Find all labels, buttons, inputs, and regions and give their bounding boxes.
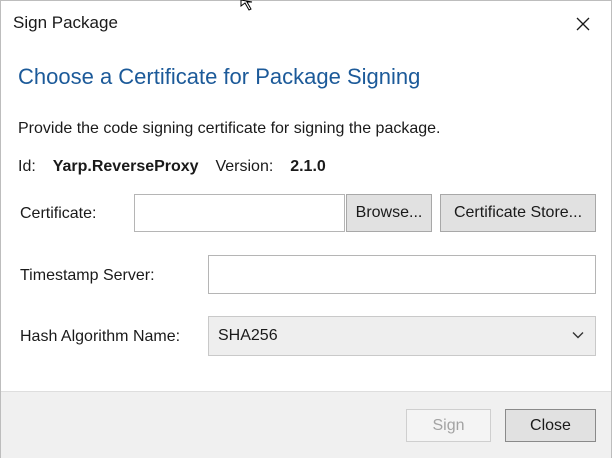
certificate-input[interactable]: [134, 194, 345, 232]
close-icon: [576, 17, 590, 31]
version-label: Version:: [215, 158, 274, 175]
certificate-store-button[interactable]: Certificate Store...: [440, 194, 596, 232]
window-close-button[interactable]: [561, 9, 605, 39]
package-info: Id: Yarp.ReverseProxy Version: 2.1.0: [18, 158, 326, 176]
package-id: Yarp.ReverseProxy: [52, 158, 199, 175]
close-button[interactable]: Close: [505, 409, 596, 442]
window-title: Sign Package: [13, 13, 118, 32]
timestamp-server-input[interactable]: [208, 255, 596, 294]
hash-algorithm-select[interactable]: SHA256: [208, 316, 596, 356]
title-bar: Sign Package: [1, 1, 611, 45]
dialog-description: Provide the code signing certificate for…: [18, 120, 441, 137]
hash-algorithm-value: SHA256: [218, 327, 278, 344]
dialog-footer: Sign Close: [1, 391, 611, 458]
sign-button[interactable]: Sign: [406, 409, 491, 442]
hash-algorithm-label: Hash Algorithm Name:: [20, 328, 181, 345]
sign-package-dialog: Sign Package Choose a Certificate for Pa…: [0, 0, 612, 458]
dialog-heading: Choose a Certificate for Package Signing: [18, 64, 421, 89]
chevron-down-icon: [572, 332, 584, 339]
browse-button[interactable]: Browse...: [346, 194, 432, 232]
mouse-cursor-icon: [240, 0, 253, 11]
id-label: Id:: [18, 158, 36, 175]
certificate-label: Certificate:: [20, 205, 97, 222]
package-version: 2.1.0: [290, 158, 326, 175]
timestamp-server-label: Timestamp Server:: [20, 267, 155, 284]
